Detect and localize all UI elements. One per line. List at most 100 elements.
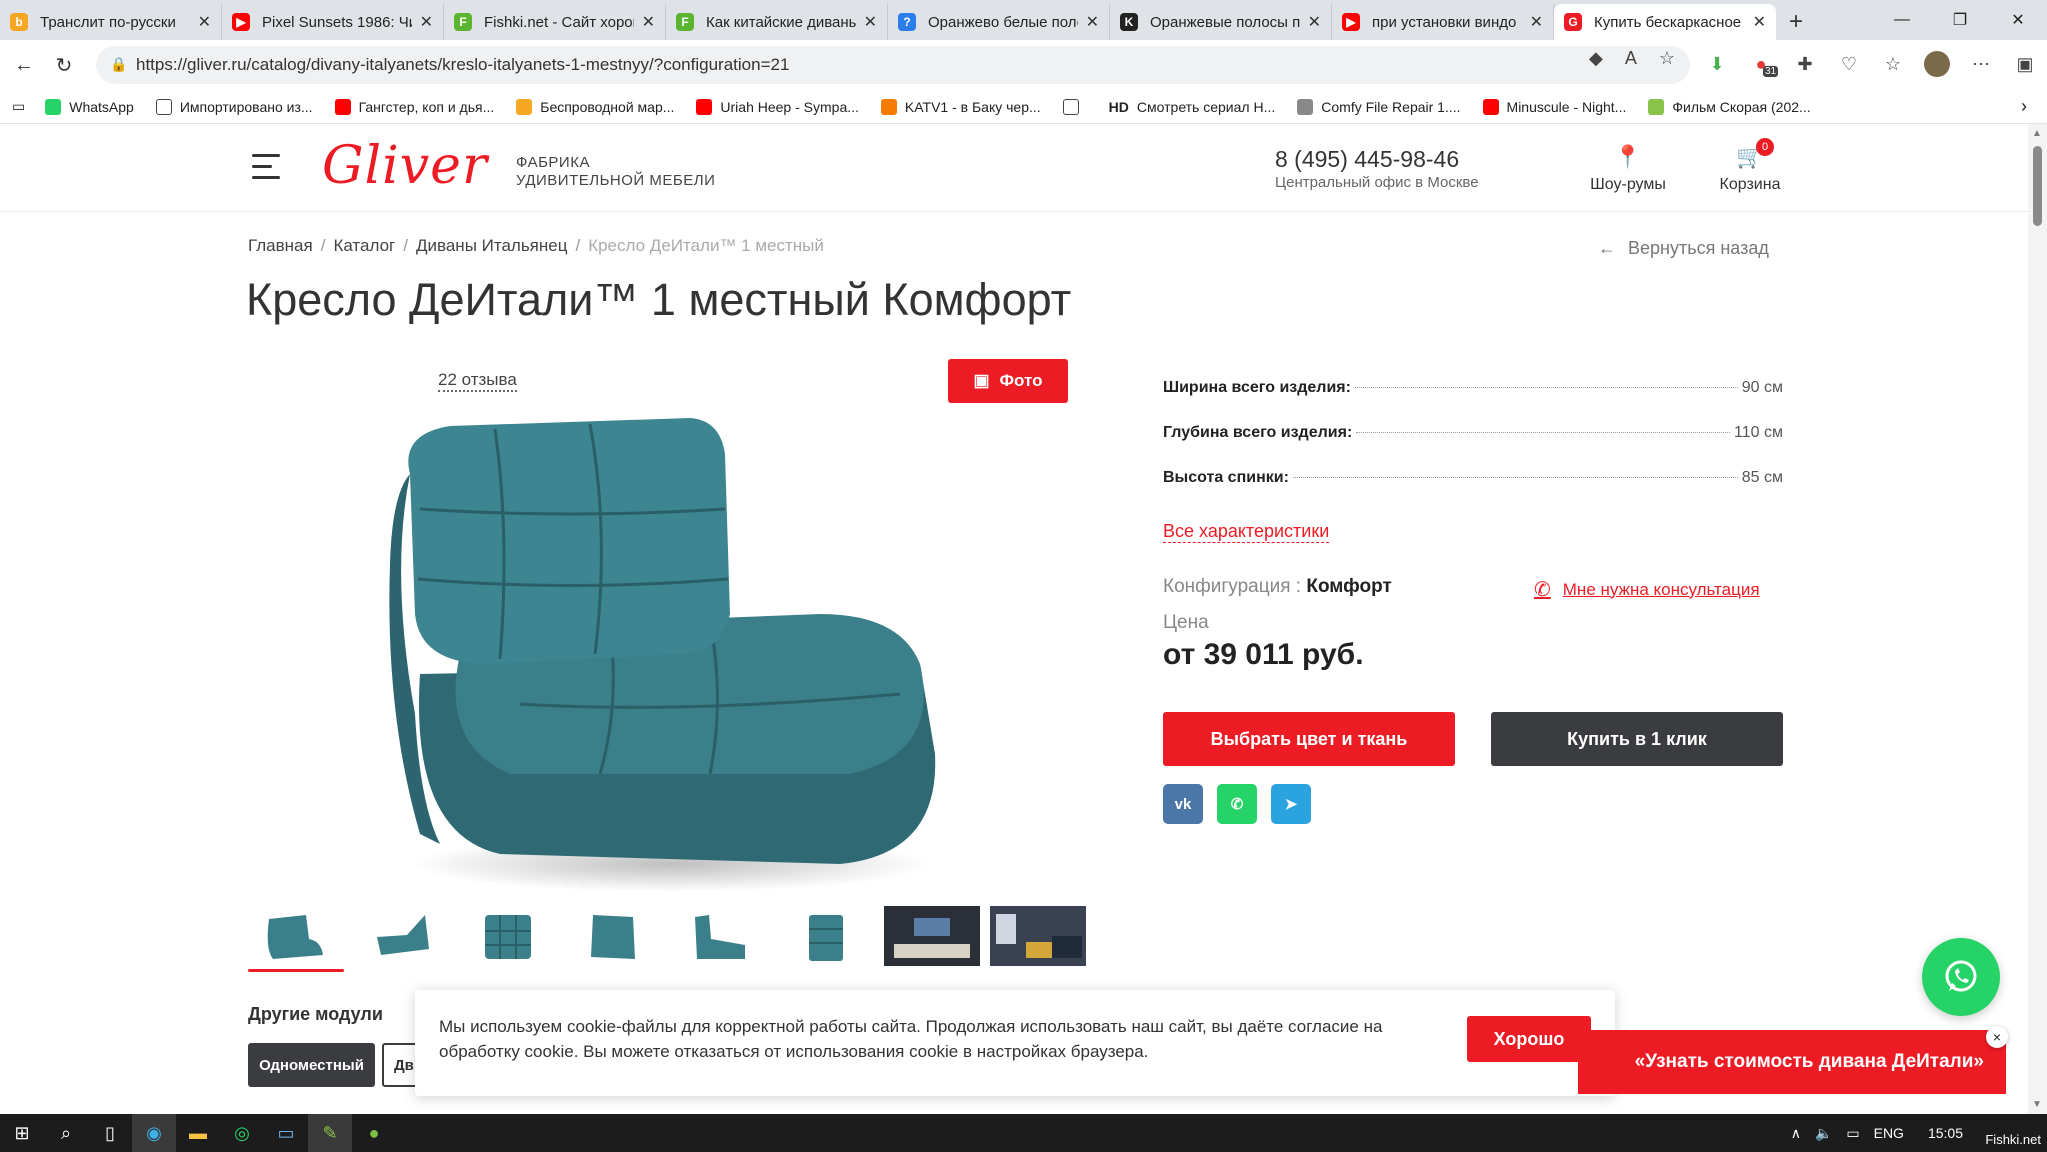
volume-icon[interactable]: 🔈 — [1815, 1125, 1832, 1142]
module-single-button[interactable]: Одноместный — [248, 1043, 375, 1087]
bookmark-item[interactable]: WhatsApp — [45, 98, 134, 115]
thumbnail-6[interactable] — [778, 906, 874, 966]
thumbnail-7[interactable] — [884, 906, 980, 966]
cookie-accept-button[interactable]: Хорошо — [1467, 1016, 1591, 1062]
tab-close-icon[interactable]: ✕ — [420, 12, 433, 32]
breadcrumb-catalog[interactable]: Каталог — [333, 236, 395, 256]
reload-icon[interactable]: ↻ — [44, 45, 84, 85]
breadcrumb-category[interactable]: Диваны Итальянец — [416, 236, 567, 256]
more-menu-icon[interactable]: ⋯ — [1959, 44, 2003, 84]
breadcrumb-home[interactable]: Главная — [248, 236, 313, 256]
menu-burger-icon[interactable] — [252, 154, 280, 184]
minimize-icon[interactable]: — — [1873, 0, 1931, 40]
consultation-link[interactable]: ✆ Мне нужна консультация — [1534, 577, 1760, 602]
cart-link[interactable]: 🛒 0 Корзина — [1710, 138, 1790, 194]
phone-number[interactable]: 8 (495) 445-98-46 — [1275, 146, 1459, 173]
profile-avatar[interactable] — [1915, 44, 1959, 84]
tab-close-icon[interactable]: ✕ — [1308, 12, 1321, 32]
browser-tab[interactable]: F Fishki.net - Сайт хорош ✕ — [444, 4, 666, 40]
whatsapp-icon[interactable]: ✆ — [1217, 784, 1257, 824]
back-link[interactable]: ← Вернуться назад — [1598, 238, 1769, 259]
cta-close-icon[interactable]: × — [1986, 1026, 2008, 1048]
extensions-icon[interactable]: ✚ — [1783, 44, 1827, 84]
browser-tab[interactable]: ▶ при установки виндо ✕ — [1332, 4, 1554, 40]
tab-close-icon[interactable]: ✕ — [1086, 12, 1099, 32]
search-icon[interactable]: ⌕ — [44, 1114, 88, 1152]
utorrent-icon[interactable]: ● — [352, 1114, 396, 1152]
read-aloud-icon[interactable]: A — [1625, 48, 1637, 69]
showroom-link[interactable]: 📍 Шоу-румы — [1588, 144, 1668, 194]
photo-button[interactable]: ▣ Фото — [948, 359, 1068, 403]
page-scrollbar[interactable]: ▲ ▼ — [2028, 124, 2047, 1114]
thumbnail-1[interactable] — [248, 906, 344, 972]
cookie-text: Мы используем cookie-файлы для корректно… — [439, 1017, 1383, 1061]
url-field[interactable]: 🔒 https://gliver.ru/catalog/divany-italy… — [96, 46, 1690, 84]
collections-icon[interactable]: ☆ — [1871, 44, 1915, 84]
download-extension-icon[interactable]: ⬇ — [1695, 44, 1739, 84]
windows-start-icon[interactable]: ⊞ — [0, 1114, 44, 1152]
scrollbar-thumb[interactable] — [2033, 146, 2042, 226]
browser-tab[interactable]: G Купить бескаркасное ✕ — [1554, 4, 1776, 40]
bookmark-item[interactable]: KATV1 - в Баку чер... — [880, 98, 1041, 115]
tab-close-icon[interactable]: ✕ — [642, 12, 655, 32]
favorite-star-icon[interactable]: ☆ — [1659, 48, 1675, 69]
bookmark-item[interactable]: Minuscule - Night... — [1482, 98, 1626, 115]
whatsapp-float-button[interactable] — [1922, 938, 2000, 1016]
thumbnail-8[interactable] — [990, 906, 1086, 966]
monitor-app-icon[interactable]: ▭ — [264, 1114, 308, 1152]
restore-icon[interactable]: ❐ — [1931, 0, 1989, 40]
vk-icon[interactable]: vk — [1163, 784, 1203, 824]
task-view-icon[interactable]: ▯ — [88, 1114, 132, 1152]
reviews-link[interactable]: 22 отзыва — [438, 370, 517, 392]
clock[interactable]: 15:05 — [1928, 1125, 1963, 1141]
tab-close-icon[interactable]: ✕ — [1530, 12, 1543, 32]
browser-tab[interactable]: F Как китайские диваны ✕ — [666, 4, 888, 40]
thumbnail-5[interactable] — [672, 906, 768, 966]
bookmark-item[interactable]: Uriah Heep - Sympa... — [696, 98, 859, 115]
price-request-button[interactable]: «Узнать стоимость дивана ДеИтали» — [1578, 1030, 2006, 1094]
back-arrow-icon[interactable]: ← — [4, 45, 44, 85]
tray-chevron-icon[interactable]: ∧ — [1791, 1125, 1801, 1142]
tab-close-icon[interactable]: ✕ — [864, 12, 877, 32]
tag-icon[interactable]: ◆ — [1589, 48, 1603, 69]
cookie-banner: Мы используем cookie-файлы для корректно… — [415, 990, 1615, 1096]
gliver-logo[interactable]: Gliver — [322, 136, 488, 196]
tab-close-icon[interactable]: ✕ — [198, 12, 211, 32]
app-icon[interactable]: ✎ — [308, 1114, 352, 1152]
product-image[interactable] — [380, 414, 940, 894]
browser-tab[interactable]: ▶ Pixel Sunsets 1986: Чил ✕ — [222, 4, 444, 40]
bookmark-item[interactable]: Импортировано из... — [155, 98, 313, 115]
browser-tab[interactable]: ? Оранжево белые поло ✕ — [888, 4, 1110, 40]
browser-tab[interactable]: K Оранжевые полосы п ✕ — [1110, 4, 1332, 40]
thumbnail-3[interactable] — [460, 906, 556, 966]
language-indicator[interactable]: ENG — [1874, 1125, 1904, 1141]
close-window-icon[interactable]: ✕ — [1989, 0, 2047, 40]
bookmark-item[interactable]: Фильм Скорая (202... — [1648, 98, 1811, 115]
all-specs-link[interactable]: Все характеристики — [1163, 520, 1330, 543]
file-explorer-icon[interactable]: ▬ — [176, 1114, 220, 1152]
buy-one-click-button[interactable]: Купить в 1 клик — [1491, 712, 1783, 766]
bookmark-item[interactable] — [1062, 98, 1087, 115]
browser-essentials-icon[interactable]: ♡ — [1827, 44, 1871, 84]
network-icon[interactable]: ▭ — [1846, 1125, 1859, 1142]
image-icon: ▣ — [973, 371, 990, 390]
whatsapp-taskbar-icon[interactable]: ◎ — [220, 1114, 264, 1152]
breadcrumb-current: Кресло ДеИтали™ 1 местный — [588, 236, 824, 255]
bookmarks-menu-icon[interactable]: ▭ — [12, 98, 25, 115]
choose-fabric-button[interactable]: Выбрать цвет и ткань — [1163, 712, 1455, 766]
tab-close-icon[interactable]: ✕ — [1753, 12, 1766, 32]
edge-icon[interactable]: ◉ — [132, 1114, 176, 1152]
bookmark-item[interactable]: HD Смотреть сериал Н... — [1109, 99, 1276, 115]
sidebar-toggle-icon[interactable]: ▣ — [2003, 44, 2047, 84]
adblock-extension-icon[interactable]: ● 31 — [1739, 44, 1783, 84]
bookmark-item[interactable]: Comfy File Repair 1.... — [1297, 98, 1461, 115]
bookmark-label: Импортировано из... — [179, 98, 313, 115]
bookmarks-more-icon[interactable]: › — [2021, 96, 2027, 117]
new-tab-button[interactable]: + — [1776, 4, 1816, 40]
telegram-icon[interactable]: ➤ — [1271, 784, 1311, 824]
bookmark-item[interactable]: Беспроводной мар... — [516, 98, 674, 115]
browser-tab[interactable]: b Транслит по-русски ✕ — [0, 4, 222, 40]
bookmark-item[interactable]: Гангстер, коп и дья... — [334, 98, 494, 115]
thumbnail-4[interactable] — [566, 906, 662, 966]
thumbnail-2[interactable] — [354, 906, 450, 966]
